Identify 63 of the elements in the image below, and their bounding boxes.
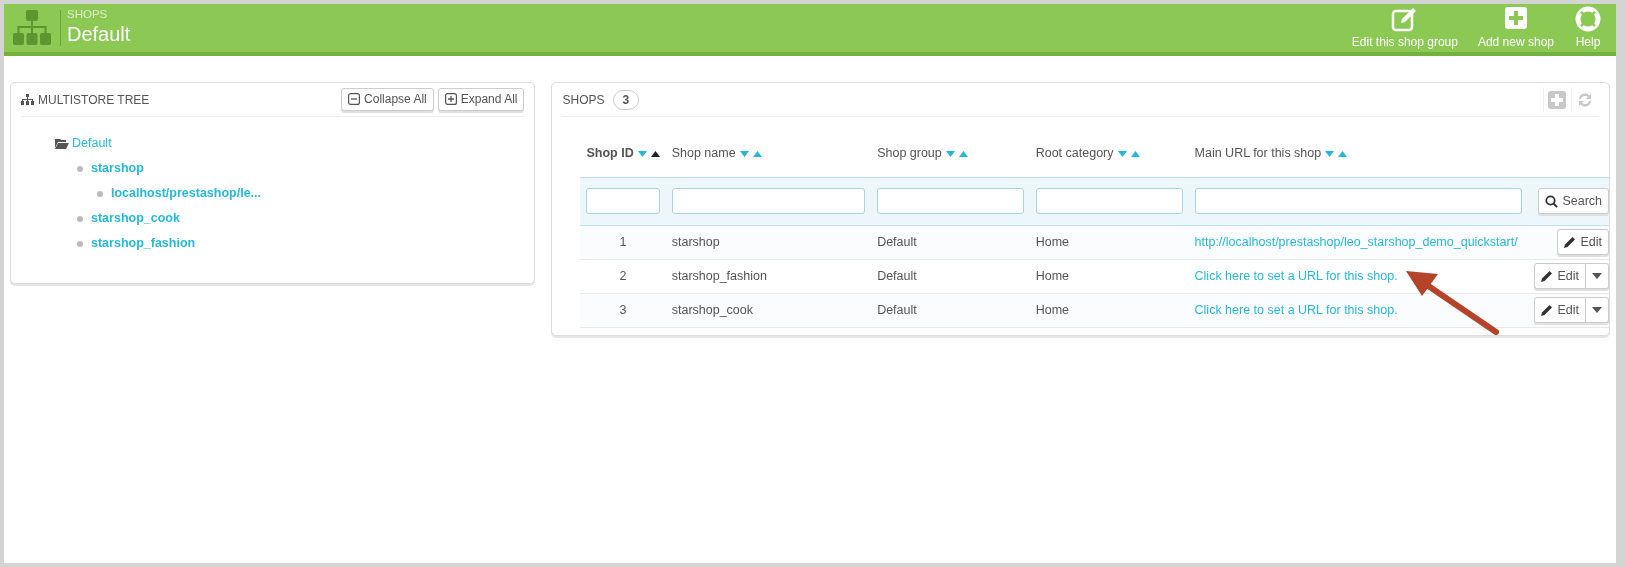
tree-item[interactable]: starshop_cook xyxy=(91,209,180,228)
sort-down-icon[interactable] xyxy=(739,150,749,157)
column-header[interactable]: Main URL for this shop xyxy=(1194,144,1322,164)
filter-field[interactable] xyxy=(877,188,1024,214)
filter-field[interactable] xyxy=(586,188,660,214)
bullet-icon xyxy=(77,165,83,172)
table-cell: starshop xyxy=(665,225,872,259)
caret-icon xyxy=(1592,273,1602,280)
toolbar-button[interactable]: Edit this shop group xyxy=(1345,6,1464,50)
table-cell: 2 xyxy=(580,259,666,293)
tree-item[interactable]: starshop xyxy=(91,159,144,178)
table-cell: Home xyxy=(1029,259,1189,293)
pencil-square-icon xyxy=(1390,6,1419,33)
table-cell: 3 xyxy=(580,293,666,327)
toolbar-button[interactable]: Help xyxy=(1568,6,1608,50)
sitemap-icon xyxy=(21,94,34,105)
search-button[interactable]: Search xyxy=(1538,187,1609,215)
bullet-icon xyxy=(77,240,83,247)
column-header[interactable]: Shop ID xyxy=(586,144,634,164)
panel-title: SHOPS xyxy=(562,91,605,109)
table-cell: Home xyxy=(1029,293,1189,327)
table-cell: Home xyxy=(1029,225,1189,259)
table-cell: starshop_fashion xyxy=(665,259,872,293)
table-cell: Default xyxy=(871,225,1030,259)
breadcrumb[interactable]: SHOPS xyxy=(67,9,131,21)
search-icon xyxy=(1545,194,1559,208)
toolbar-button[interactable]: Add new shop xyxy=(1471,6,1560,50)
filter-field[interactable] xyxy=(671,188,866,214)
edit-button[interactable]: Edit xyxy=(1534,296,1586,324)
expand-all-button[interactable]: Expand All xyxy=(437,88,525,111)
panel-title: MULTISTORE TREE xyxy=(38,91,150,109)
edit-button[interactable]: Edit xyxy=(1534,262,1586,290)
sort-down-icon[interactable] xyxy=(945,150,955,157)
dropdown-toggle-button[interactable] xyxy=(1586,262,1609,290)
filter-field[interactable] xyxy=(1035,188,1183,214)
pencil-icon xyxy=(1541,270,1554,282)
collapse-all-button[interactable]: Collapse All xyxy=(341,88,434,111)
pencil-icon xyxy=(1564,236,1577,248)
bullet-icon xyxy=(97,190,103,197)
sort-down-icon[interactable] xyxy=(1117,150,1127,157)
table-cell: Default xyxy=(871,259,1030,293)
plus-square-icon xyxy=(444,93,457,106)
caret-icon xyxy=(1592,307,1602,314)
page-title: Default xyxy=(67,21,131,47)
column-header[interactable]: Shop group xyxy=(877,144,942,164)
sort-down-icon[interactable] xyxy=(1325,150,1335,157)
pencil-icon xyxy=(1541,304,1554,316)
filter-field[interactable] xyxy=(1194,188,1523,214)
bullet-icon xyxy=(77,215,83,222)
column-header[interactable]: Root category xyxy=(1035,144,1114,164)
tree-item[interactable]: starshop_fashion xyxy=(91,234,196,253)
sitemap-icon xyxy=(12,9,52,47)
table-cell: 1 xyxy=(580,225,666,259)
table-cell: starshop_cook xyxy=(665,293,872,327)
minus-square-icon xyxy=(348,93,361,106)
url-link[interactable]: Click here to set a URL for this shop. xyxy=(1194,268,1398,283)
tree-item[interactable]: Default xyxy=(72,134,112,153)
table-cell: Default xyxy=(871,293,1030,327)
column-header[interactable]: Shop name xyxy=(671,144,736,164)
tree-item[interactable]: localhost/prestashop/le... xyxy=(111,184,262,203)
edit-button[interactable]: Edit xyxy=(1557,228,1609,256)
dropdown-toggle-button[interactable] xyxy=(1586,296,1609,324)
sort-up-icon[interactable] xyxy=(650,150,660,157)
